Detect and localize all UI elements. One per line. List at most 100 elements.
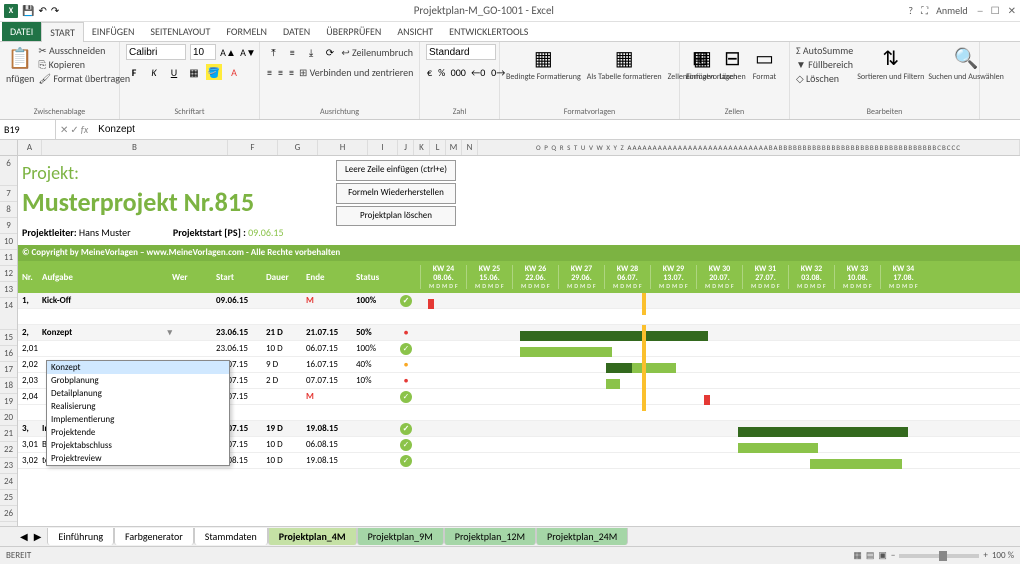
- tab-view[interactable]: ANSICHT: [389, 22, 441, 41]
- zoom-slider[interactable]: [899, 554, 979, 558]
- sheet-tab[interactable]: Projektplan_4M: [268, 528, 357, 545]
- tab-data[interactable]: DATEN: [275, 22, 318, 41]
- col-hdr-a[interactable]: A: [18, 140, 42, 155]
- delete-cells-icon[interactable]: ⊟: [718, 44, 746, 72]
- row-hdr[interactable]: 21: [0, 426, 17, 442]
- dropdown-item[interactable]: Grobplanung: [47, 374, 229, 387]
- tab-start[interactable]: START: [41, 22, 84, 42]
- thousand-icon[interactable]: 000: [450, 64, 466, 80]
- align-left-icon[interactable]: ≡: [266, 64, 273, 80]
- insert-cells-icon[interactable]: ⊞: [686, 44, 714, 72]
- row-hdr[interactable]: 8: [0, 202, 17, 218]
- fill-button[interactable]: ▼ Füllbereich: [796, 58, 853, 71]
- row-hdr[interactable]: 18: [0, 378, 17, 394]
- clear-button[interactable]: ◇ Löschen: [796, 72, 853, 85]
- window-minimize-icon[interactable]: ─: [978, 4, 983, 17]
- view-layout-icon[interactable]: ▤: [866, 550, 875, 561]
- decrease-font-icon[interactable]: A▼: [240, 44, 256, 60]
- percent-icon[interactable]: %: [437, 64, 446, 80]
- accept-formula-icon[interactable]: ✓: [70, 123, 78, 136]
- tab-devtools[interactable]: ENTWICKLERTOOLS: [441, 22, 536, 41]
- row-hdr[interactable]: 12: [0, 266, 17, 282]
- window-restore-icon[interactable]: ⛶: [921, 4, 928, 17]
- autosum-button[interactable]: Σ AutoSumme: [796, 44, 853, 57]
- sheet-tab[interactable]: Projektplan_24M: [536, 528, 628, 545]
- row-hdr[interactable]: 17: [0, 362, 17, 378]
- insert-row-button[interactable]: Leere Zeile einfügen (ctrl+e): [336, 160, 456, 181]
- sheet-tab[interactable]: Projektplan_12M: [444, 528, 536, 545]
- fx-icon[interactable]: fx: [81, 123, 88, 136]
- table-format-icon[interactable]: ▦: [610, 44, 638, 72]
- bold-button[interactable]: F: [126, 64, 142, 80]
- zoom-value[interactable]: 100 %: [992, 550, 1014, 561]
- increase-font-icon[interactable]: A▲: [220, 44, 236, 60]
- task-row[interactable]: [18, 309, 1020, 325]
- view-pagebreak-icon[interactable]: ▣: [878, 550, 887, 561]
- dropdown-item[interactable]: Projektende: [47, 426, 229, 439]
- row-hdr[interactable]: 26: [0, 506, 17, 522]
- row-hdr[interactable]: 13: [0, 282, 17, 298]
- row-hdr[interactable]: 24: [0, 474, 17, 490]
- underline-button[interactable]: U: [166, 64, 182, 80]
- border-icon[interactable]: ▦: [186, 64, 202, 80]
- delete-plan-button[interactable]: Projektplan löschen: [336, 206, 456, 227]
- col-hdr-g[interactable]: G: [278, 140, 318, 155]
- cond-format-icon[interactable]: ▦: [529, 44, 557, 72]
- align-bottom-icon[interactable]: ⤓: [304, 44, 319, 60]
- row-hdr[interactable]: 15: [0, 330, 17, 346]
- row-hdr[interactable]: 22: [0, 442, 17, 458]
- tab-layout[interactable]: SEITENLAYOUT: [142, 22, 218, 41]
- dropdown-item[interactable]: Detailplanung: [47, 387, 229, 400]
- row-hdr[interactable]: 7: [0, 186, 17, 202]
- dropdown-item[interactable]: Konzept: [47, 361, 229, 374]
- format-painter-button[interactable]: 🖌 Format übertragen: [38, 72, 130, 85]
- tab-formulas[interactable]: FORMELN: [218, 22, 275, 41]
- col-hdr-timeline[interactable]: O P Q R S T U V W X Y Z AAAAAAAAAAAAAAAA…: [478, 140, 1020, 155]
- wrap-text-button[interactable]: ↩ Zeilenumbruch: [341, 46, 413, 59]
- task-dropdown[interactable]: KonzeptGrobplanungDetailplanungRealisier…: [46, 360, 230, 466]
- col-hdr-m[interactable]: M: [446, 140, 462, 155]
- row-hdr[interactable]: 27: [0, 522, 17, 526]
- col-hdr-l[interactable]: L: [430, 140, 446, 155]
- task-row[interactable]: 2,01 23.06.15 10 D 06.07.15 100% ✓: [18, 341, 1020, 357]
- cancel-formula-icon[interactable]: ✕: [60, 123, 68, 136]
- tab-file[interactable]: DATEI: [2, 22, 41, 41]
- task-row[interactable]: 1, Kick-Off 09.06.15 M 100% ✓: [18, 293, 1020, 309]
- leader-name[interactable]: Hans Muster: [79, 226, 131, 239]
- qat-save-icon[interactable]: 💾: [22, 4, 34, 17]
- login-link[interactable]: Anmeld: [936, 4, 968, 17]
- sheet-tab[interactable]: Stammdaten: [194, 528, 268, 545]
- start-date[interactable]: 09.06.15: [248, 226, 283, 239]
- view-normal-icon[interactable]: ▦: [853, 550, 862, 561]
- col-hdr-b[interactable]: B: [42, 140, 228, 155]
- font-name-select[interactable]: [126, 44, 186, 60]
- col-hdr-i[interactable]: I: [368, 140, 398, 155]
- qat-redo-icon[interactable]: ↷: [51, 4, 59, 17]
- cut-button[interactable]: ✂ Ausschneiden: [38, 44, 130, 57]
- orientation-icon[interactable]: ⟳: [322, 44, 337, 60]
- font-size-select[interactable]: [190, 44, 216, 60]
- col-hdr-h[interactable]: H: [318, 140, 368, 155]
- row-hdr[interactable]: 23: [0, 458, 17, 474]
- tab-insert[interactable]: EINFÜGEN: [84, 22, 143, 41]
- tab-review[interactable]: ÜBERPRÜFEN: [318, 22, 389, 41]
- col-hdr-k[interactable]: K: [414, 140, 430, 155]
- dropdown-item[interactable]: Projektabschluss: [47, 439, 229, 452]
- row-hdr[interactable]: 19: [0, 394, 17, 410]
- fill-color-icon[interactable]: 🪣: [206, 64, 222, 80]
- window-help-icon[interactable]: ?: [908, 4, 913, 17]
- decimal-inc-icon[interactable]: ←0: [470, 64, 486, 80]
- tab-nav-next-icon[interactable]: ▶: [34, 530, 42, 543]
- select-all-corner[interactable]: [0, 140, 18, 156]
- col-hdr-f[interactable]: F: [228, 140, 278, 155]
- find-select-icon[interactable]: 🔍: [952, 44, 980, 72]
- row-hdr[interactable]: 10: [0, 234, 17, 250]
- align-center-icon[interactable]: ≡: [277, 64, 284, 80]
- zoom-in-icon[interactable]: +: [983, 550, 987, 561]
- sort-filter-icon[interactable]: ⇅: [877, 44, 905, 72]
- row-hdr[interactable]: 6: [0, 156, 17, 186]
- align-right-icon[interactable]: ≡: [288, 64, 295, 80]
- merge-button[interactable]: ⊞ Verbinden und zentrieren: [299, 66, 413, 79]
- sheet-tab[interactable]: Projektplan_9M: [357, 528, 444, 545]
- sheet-tab[interactable]: Farbgenerator: [114, 528, 194, 545]
